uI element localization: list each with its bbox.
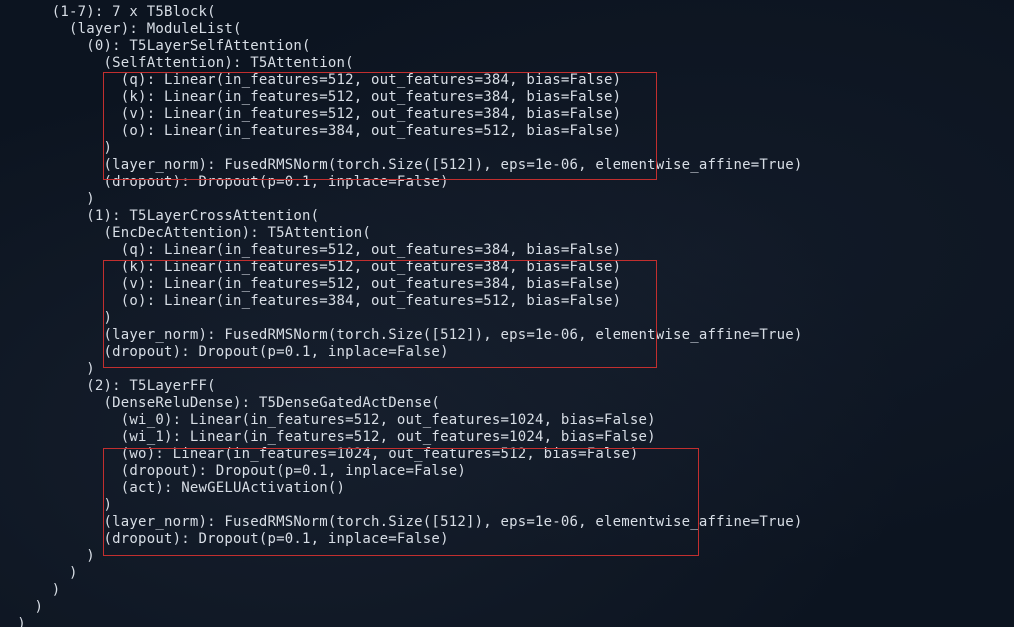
code-block: (1-7): 7 x T5Block( (layer): ModuleList(… [0, 0, 802, 627]
terminal-stage: (1-7): 7 x T5Block( (layer): ModuleList(… [0, 0, 1014, 627]
